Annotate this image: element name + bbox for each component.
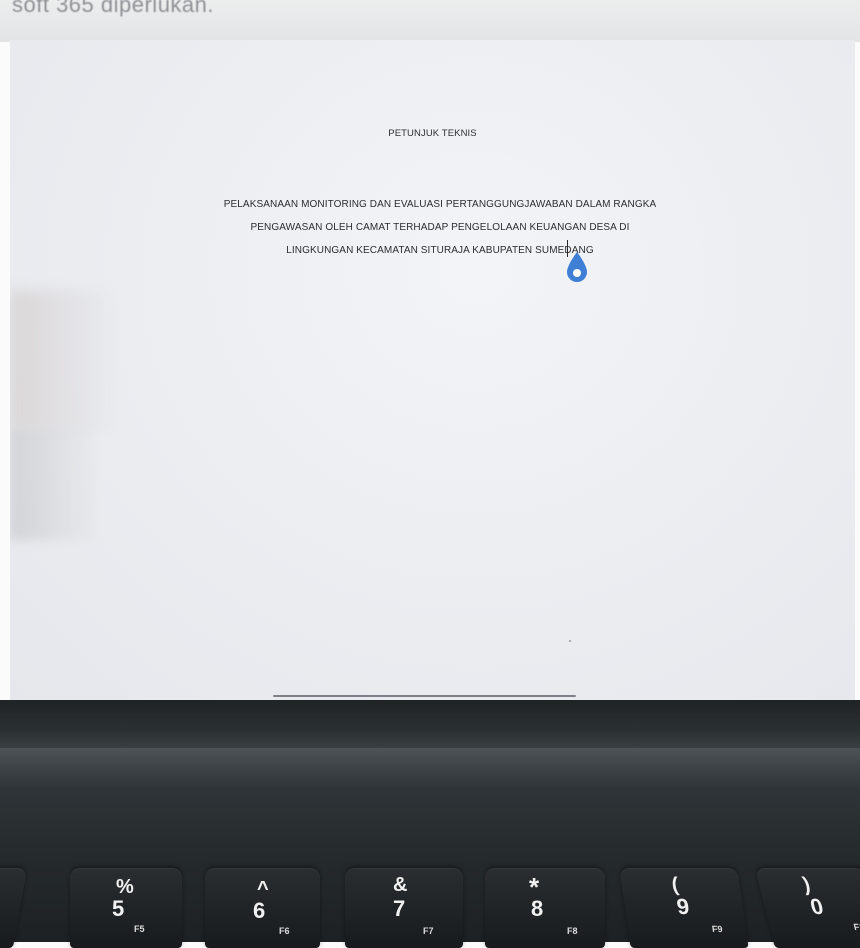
screen-dust [569,640,571,642]
document-heading: PELAKSANAAN MONITORING DAN EVALUASI PERT… [70,193,810,262]
screen-glare [10,290,120,430]
key-fn-label: F6 [279,926,290,936]
key-fn-label: F9 [711,924,724,934]
home-indicator[interactable] [273,695,576,697]
key-5-percent[interactable]: % 5 F5 [70,868,182,948]
screen-bezel [0,700,860,750]
key-fn-label: F1 [852,922,860,932]
key-symbol: & [393,874,408,896]
document-page[interactable]: PETUNJUK TEKNIS PELAKSANAAN MONITORING D… [10,40,855,700]
key-number: 9 [675,894,691,919]
key-7-ampersand[interactable]: & 7 F7 [345,868,463,948]
banner-text: soft 365 diperlukan. [12,0,215,17]
document-title: PETUNJUK TEKNIS [388,128,477,139]
top-banner: soft 365 diperlukan. [0,0,860,42]
key-number: 5 [112,896,125,921]
screen-glare-lower [10,430,100,540]
key-8-asterisk[interactable]: * 8 F8 [485,868,605,948]
key-number: 7 [393,896,406,921]
heading-line-2: PENGAWASAN OLEH CAMAT TERHADAP PENGELOLA… [250,222,630,233]
key-number: 0 [807,894,826,919]
key-number: 8 [531,896,544,921]
heading-line-3: LINGKUNGAN KECAMATAN SITURAJA KABUPATEN … [286,245,594,256]
key-fn-label: F7 [423,926,434,936]
key-fn-label: F8 [567,926,578,936]
key-number: 6 [253,898,266,923]
heading-line-1: PELAKSANAAN MONITORING DAN EVALUASI PERT… [223,199,657,210]
key-6-caret[interactable]: ^ 6 F6 [205,868,320,948]
caret-handle-icon[interactable] [564,251,590,285]
key-9-paren-open[interactable]: ( 9 F9 [619,868,749,948]
laptop-hinge [0,748,860,788]
key-fn-label: F5 [134,924,145,934]
